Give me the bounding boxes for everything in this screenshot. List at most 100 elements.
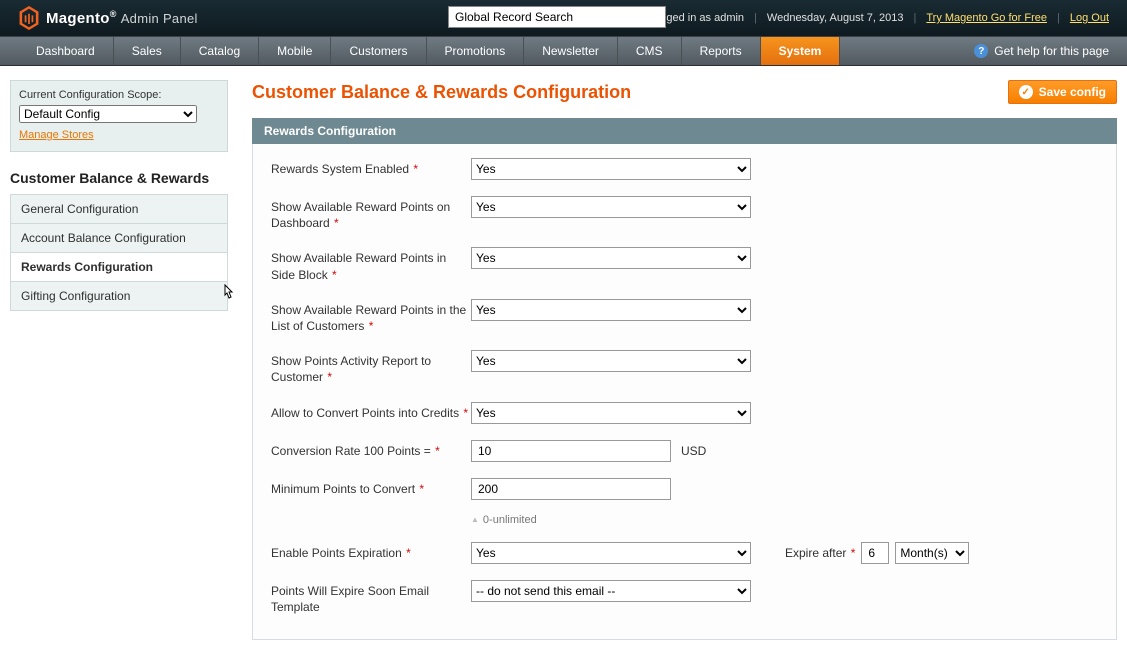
separator: | bbox=[910, 12, 921, 24]
nav-item-newsletter[interactable]: Newsletter bbox=[524, 37, 618, 65]
main-content: Customer Balance & Rewards Configuration… bbox=[252, 80, 1117, 640]
form-row: Allow to Convert Points into Credits *Ye… bbox=[271, 402, 1098, 424]
field-label: Enable Points Expiration * bbox=[271, 542, 471, 561]
field-note: 0-unlimited bbox=[471, 514, 1098, 526]
form-row: Enable Points Expiration *Yes Expire afte… bbox=[271, 542, 1098, 564]
sidebar-section-title: Customer Balance & Rewards bbox=[10, 170, 228, 186]
brand-text: Magento®Admin Panel bbox=[46, 9, 198, 27]
field-select[interactable]: Yes bbox=[471, 350, 751, 372]
field-select[interactable]: Yes bbox=[471, 299, 751, 321]
field-select[interactable]: Yes bbox=[471, 542, 751, 564]
field-label: Show Available Reward Points in the List… bbox=[271, 299, 471, 334]
manage-stores-link[interactable]: Manage Stores bbox=[19, 129, 94, 141]
required-asterisk: * bbox=[851, 546, 856, 560]
logo: Magento®Admin Panel bbox=[18, 6, 198, 30]
required-asterisk: * bbox=[413, 162, 418, 176]
field-wrapper: Yes bbox=[471, 247, 1098, 269]
global-search bbox=[448, 6, 666, 28]
required-asterisk: * bbox=[334, 216, 339, 230]
separator: | bbox=[1053, 12, 1064, 24]
form-row: Points Will Expire Soon Email Template -… bbox=[271, 580, 1098, 615]
field-wrapper: Yes bbox=[471, 158, 1098, 180]
field-label: Show Available Reward Points in Side Blo… bbox=[271, 247, 471, 282]
section-header[interactable]: Rewards Configuration bbox=[252, 118, 1117, 144]
field-select[interactable]: -- do not send this email -- bbox=[471, 580, 751, 602]
help-icon: ? bbox=[974, 44, 988, 58]
required-asterisk: * bbox=[435, 444, 440, 458]
nav-item-dashboard[interactable]: Dashboard bbox=[18, 37, 114, 65]
form-row: Show Available Reward Points in Side Blo… bbox=[271, 247, 1098, 282]
try-magento-link[interactable]: Try Magento Go for Free bbox=[926, 12, 1047, 24]
help-text: Get help for this page bbox=[994, 44, 1109, 58]
expire-after-group: Expire after * Month(s) bbox=[785, 542, 969, 564]
field-wrapper: Yes bbox=[471, 350, 1098, 372]
field-select[interactable]: Yes bbox=[471, 196, 751, 218]
nav-item-system[interactable]: System bbox=[761, 37, 841, 65]
form-row: Show Points Activity Report to Customer … bbox=[271, 350, 1098, 385]
field-label: Show Points Activity Report to Customer … bbox=[271, 350, 471, 385]
sidebar: Current Configuration Scope: Default Con… bbox=[10, 80, 228, 640]
field-wrapper: Yes bbox=[471, 299, 1098, 321]
save-button-label: Save config bbox=[1039, 85, 1106, 99]
form-row: Rewards System Enabled *Yes bbox=[271, 158, 1098, 180]
nav-item-mobile[interactable]: Mobile bbox=[259, 37, 331, 65]
form-row: Show Available Reward Points in the List… bbox=[271, 299, 1098, 334]
page-title: Customer Balance & Rewards Configuration bbox=[252, 82, 631, 103]
field-wrapper: Yes bbox=[471, 402, 1098, 424]
field-select[interactable]: Yes bbox=[471, 158, 751, 180]
nav-item-customers[interactable]: Customers bbox=[331, 37, 426, 65]
field-label: Points Will Expire Soon Email Template bbox=[271, 580, 471, 615]
sidebar-item-rewards-configuration[interactable]: Rewards Configuration bbox=[11, 253, 227, 282]
nav-item-cms[interactable]: CMS bbox=[618, 37, 682, 65]
nav-item-catalog[interactable]: Catalog bbox=[181, 37, 259, 65]
nav-item-reports[interactable]: Reports bbox=[682, 37, 761, 65]
logout-link[interactable]: Log Out bbox=[1070, 12, 1109, 24]
required-asterisk: * bbox=[327, 370, 332, 384]
main-nav: DashboardSalesCatalogMobileCustomersProm… bbox=[0, 36, 1127, 66]
field-input[interactable] bbox=[471, 440, 671, 462]
page-head: Customer Balance & Rewards Configuration… bbox=[252, 80, 1117, 104]
help-link[interactable]: ? Get help for this page bbox=[974, 37, 1127, 65]
required-asterisk: * bbox=[463, 406, 468, 420]
header-right: Logged in as admin | Wednesday, August 7… bbox=[648, 12, 1109, 24]
field-label: Rewards System Enabled * bbox=[271, 158, 471, 177]
scope-label: Current Configuration Scope: bbox=[19, 89, 219, 101]
field-select[interactable]: Yes bbox=[471, 402, 751, 424]
form-row: Show Available Reward Points on Dashboar… bbox=[271, 196, 1098, 231]
scope-select[interactable]: Default Config bbox=[19, 105, 197, 123]
required-asterisk: * bbox=[332, 268, 337, 282]
required-asterisk: * bbox=[369, 319, 374, 333]
field-wrapper: USD bbox=[471, 440, 1098, 462]
field-label: Conversion Rate 100 Points = * bbox=[271, 440, 471, 459]
separator: | bbox=[750, 12, 761, 24]
field-label: Minimum Points to Convert * bbox=[271, 478, 471, 497]
magento-icon bbox=[18, 6, 40, 30]
nav-item-sales[interactable]: Sales bbox=[114, 37, 181, 65]
sidebar-item-general-configuration[interactable]: General Configuration bbox=[11, 195, 227, 224]
field-wrapper: Yes bbox=[471, 196, 1098, 218]
expire-after-unit-select[interactable]: Month(s) bbox=[895, 542, 969, 564]
save-config-button[interactable]: Save config bbox=[1008, 80, 1117, 104]
field-label: Allow to Convert Points into Credits * bbox=[271, 402, 471, 421]
section-body: Rewards System Enabled *YesShow Availabl… bbox=[252, 144, 1117, 640]
required-asterisk: * bbox=[419, 482, 424, 496]
nav-item-promotions[interactable]: Promotions bbox=[427, 37, 525, 65]
field-suffix: USD bbox=[681, 444, 706, 458]
admin-header: Magento®Admin Panel Logged in as admin |… bbox=[0, 0, 1127, 36]
field-wrapper: 0-unlimited bbox=[471, 478, 1098, 526]
sidebar-item-account-balance-configuration[interactable]: Account Balance Configuration bbox=[11, 224, 227, 253]
sidebar-item-gifting-configuration[interactable]: Gifting Configuration bbox=[11, 282, 227, 311]
field-wrapper: -- do not send this email -- bbox=[471, 580, 1098, 602]
check-icon bbox=[1019, 85, 1033, 99]
field-input[interactable] bbox=[471, 478, 671, 500]
expire-after-input[interactable] bbox=[861, 542, 889, 564]
global-search-input[interactable] bbox=[448, 6, 666, 28]
date-text: Wednesday, August 7, 2013 bbox=[767, 12, 904, 24]
field-wrapper: Yes Expire after * Month(s) bbox=[471, 542, 1098, 564]
form-row: Minimum Points to Convert * 0-unlimited bbox=[271, 478, 1098, 526]
field-label: Show Available Reward Points on Dashboar… bbox=[271, 196, 471, 231]
field-select[interactable]: Yes bbox=[471, 247, 751, 269]
required-asterisk: * bbox=[406, 546, 411, 560]
expire-after-label: Expire after * bbox=[785, 546, 855, 560]
config-scope-box: Current Configuration Scope: Default Con… bbox=[10, 80, 228, 152]
